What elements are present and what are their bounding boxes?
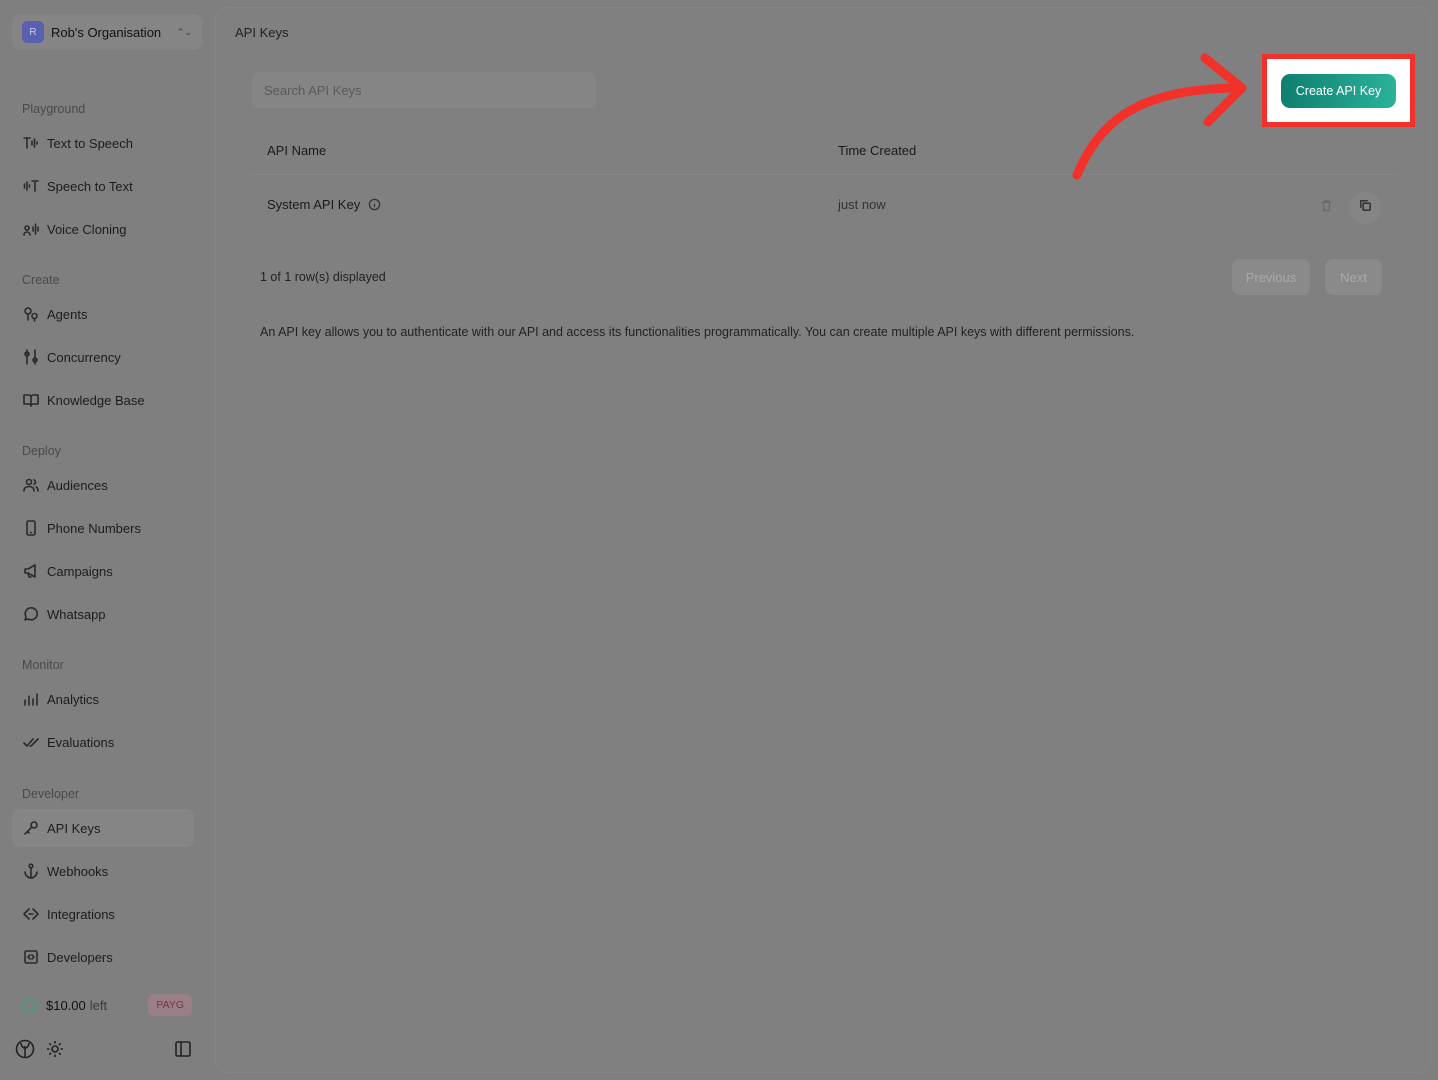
text-waveform-icon — [22, 134, 40, 152]
column-header-api-name: API Name — [267, 143, 327, 158]
row-count: 1 of 1 row(s) displayed — [260, 270, 386, 284]
section-label-playground: Playground — [22, 102, 86, 116]
org-name: Rob's Organisation — [51, 24, 162, 40]
create-api-key-button[interactable]: Create API Key — [1281, 74, 1396, 108]
sidebar-item-label: Whatsapp — [47, 606, 106, 622]
balance-amount: $10.00 — [46, 997, 86, 1013]
sidebar-item-label: Integrations — [47, 906, 115, 922]
org-avatar: R — [22, 21, 44, 43]
sidebar-item-phone-numbers[interactable]: Phone Numbers — [12, 509, 194, 547]
sidebar-item-whatsapp[interactable]: Whatsapp — [12, 595, 194, 633]
balance-ring-icon — [22, 997, 37, 1013]
sidebar-item-label: Audiences — [47, 477, 108, 493]
annotation-arrow-icon — [1072, 53, 1247, 180]
section-label-monitor: Monitor — [22, 658, 64, 672]
delete-key-button[interactable] — [1310, 192, 1342, 224]
sidebar-item-speech-to-text[interactable]: Speech to Text — [12, 167, 194, 205]
sidebar-item-label: Campaigns — [47, 563, 113, 579]
sidebar-item-label: Analytics — [47, 691, 100, 707]
sidebar-item-label: Agents — [47, 306, 88, 322]
sidebar-item-analytics[interactable]: Analytics — [12, 680, 194, 718]
sidebar-item-label: Concurrency — [47, 349, 121, 365]
sidebar-item-knowledge-base[interactable]: Knowledge Base — [12, 381, 194, 419]
key-icon — [22, 819, 40, 837]
next-page-button[interactable]: Next — [1325, 259, 1382, 295]
agents-icon — [22, 305, 40, 323]
sidebar-item-label: Evaluations — [47, 734, 115, 750]
table-cell-api-name: System API Key — [267, 197, 381, 212]
sidebar-item-label: Speech to Text — [47, 178, 133, 194]
page-title: API Keys — [235, 25, 289, 40]
sidebar-item-audiences[interactable]: Audiences — [12, 466, 194, 504]
sidebar-item-api-keys[interactable]: API Keys — [12, 809, 194, 847]
sidebar-item-label: Phone Numbers — [47, 520, 141, 536]
voice-clone-icon — [22, 220, 40, 238]
api-key-description: An API key allows you to authenticate wi… — [260, 325, 1135, 339]
column-header-time-created: Time Created — [838, 143, 917, 158]
sidebar-item-developers[interactable]: Developers — [12, 938, 194, 976]
bar-chart-icon — [22, 690, 40, 708]
sidebar: R Rob's Organisation ⌃⌄ Playground Text … — [0, 0, 214, 1080]
sidebar-item-label: Knowledge Base — [47, 392, 145, 408]
balance-suffix: left — [89, 997, 108, 1013]
sidebar-item-text-to-speech[interactable]: Text to Speech — [12, 124, 194, 162]
info-icon[interactable] — [368, 198, 381, 211]
chevron-up-down-icon: ⌃⌄ — [176, 26, 192, 37]
previous-page-button[interactable]: Previous — [1232, 259, 1310, 295]
org-switcher[interactable]: R Rob's Organisation ⌃⌄ — [12, 14, 202, 50]
sidebar-item-webhooks[interactable]: Webhooks — [12, 852, 194, 890]
concurrency-icon — [22, 348, 40, 366]
book-open-icon — [22, 391, 40, 409]
section-label-create: Create — [22, 273, 60, 287]
sidebar-item-label: API Keys — [47, 820, 101, 836]
integrations-icon — [22, 905, 40, 923]
sidebar-footer — [14, 1038, 194, 1060]
copy-icon — [1359, 199, 1372, 217]
sidebar-item-evaluations[interactable]: Evaluations — [12, 723, 194, 761]
sidebar-item-integrations[interactable]: Integrations — [12, 895, 194, 933]
sidebar-item-agents[interactable]: Agents — [12, 295, 194, 333]
sidebar-item-label: Developers — [47, 949, 113, 965]
sidebar-item-label: Voice Cloning — [47, 221, 127, 237]
trash-icon — [1320, 199, 1333, 217]
megaphone-icon — [22, 562, 40, 580]
code-square-icon — [22, 948, 40, 966]
brand-logo-icon[interactable] — [14, 1038, 36, 1060]
anchor-icon — [22, 862, 40, 880]
section-label-developer: Developer — [22, 787, 79, 801]
sidebar-item-label: Webhooks — [47, 863, 109, 879]
sidebar-item-voice-cloning[interactable]: Voice Cloning — [12, 210, 194, 248]
section-label-deploy: Deploy — [22, 444, 61, 458]
plan-badge: PAYG — [148, 994, 192, 1016]
smartphone-icon — [22, 519, 40, 537]
credit-balance[interactable]: $10.00 left PAYG — [12, 990, 194, 1020]
message-circle-icon — [22, 605, 40, 623]
sidebar-item-campaigns[interactable]: Campaigns — [12, 552, 194, 590]
sidebar-item-concurrency[interactable]: Concurrency — [12, 338, 194, 376]
check-check-icon — [22, 733, 40, 751]
copy-key-button[interactable] — [1349, 192, 1381, 224]
waveform-text-icon — [22, 177, 40, 195]
search-input[interactable] — [252, 72, 596, 108]
api-key-name: System API Key — [267, 197, 361, 212]
sidebar-item-label: Text to Speech — [47, 135, 133, 151]
gear-icon[interactable] — [44, 1038, 66, 1060]
users-icon — [22, 476, 40, 494]
table-cell-time-created: just now — [838, 197, 886, 212]
sidebar-toggle-icon[interactable] — [172, 1038, 194, 1060]
